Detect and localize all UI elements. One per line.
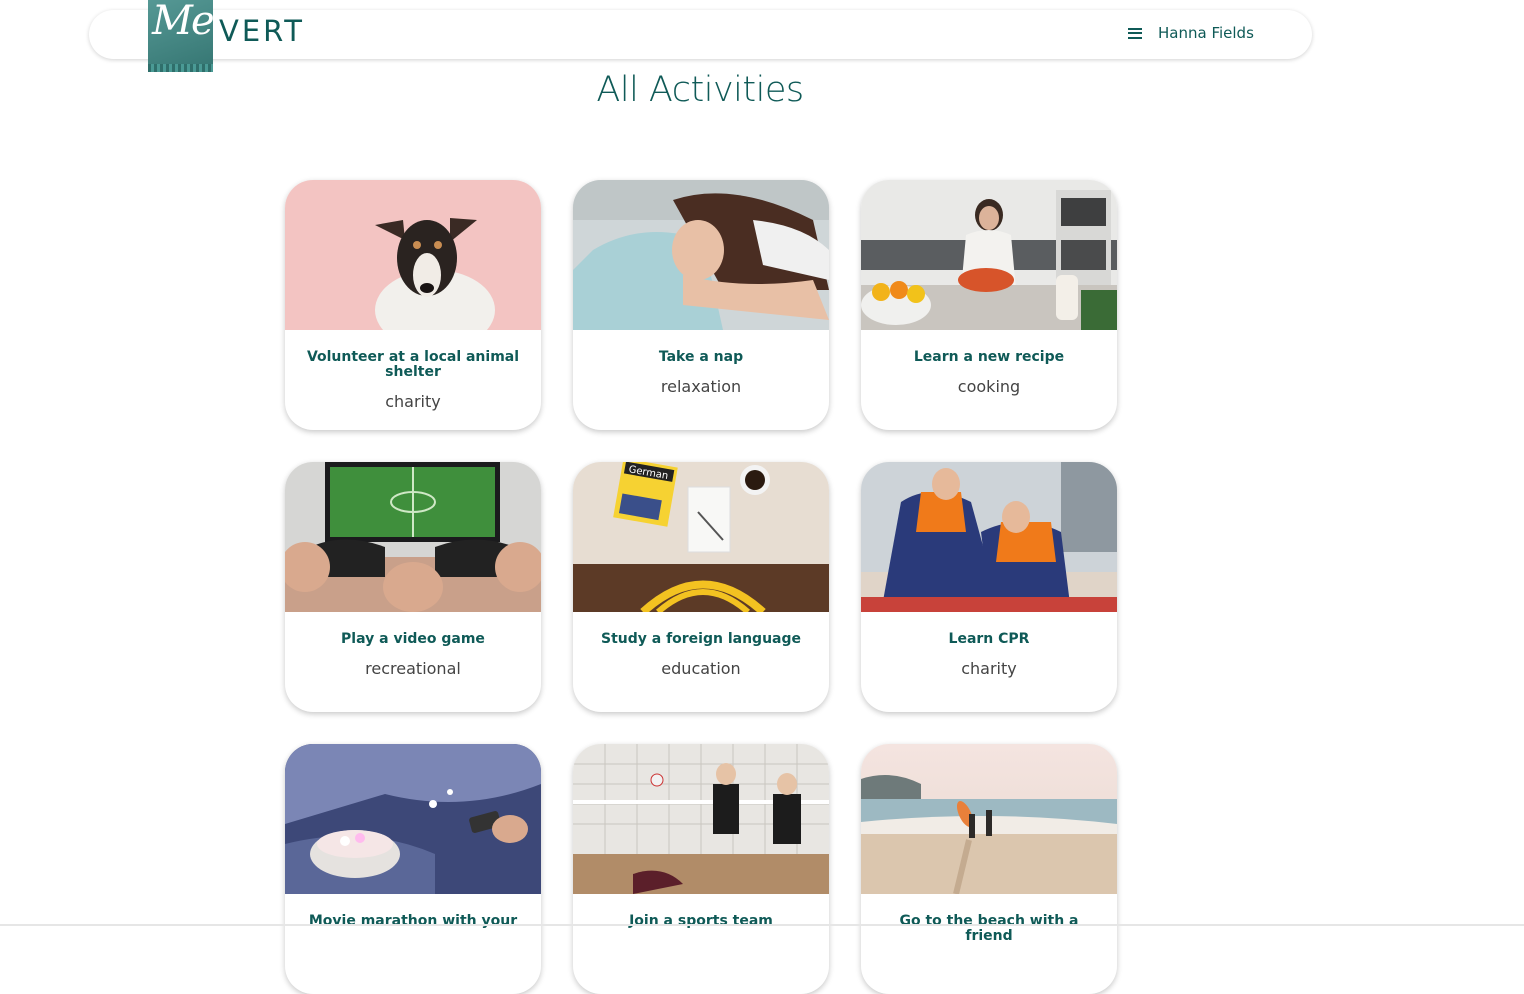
activity-image-movie [285,744,541,894]
activity-image-cooking [861,180,1117,330]
activity-title: Learn a new recipe [913,349,1065,365]
activity-card[interactable]: German Study a foreign language educatio… [573,462,829,712]
activity-card[interactable]: Learn CPR charity [861,462,1117,712]
activity-image-dog [285,180,541,330]
activity-image-study: German [573,462,829,612]
activity-image-cpr [861,462,1117,612]
activity-category: relaxation [660,377,742,396]
activity-category: charity [385,392,441,411]
activity-title: Take a nap [658,349,744,365]
user-name: Hanna Fields [1158,24,1254,42]
activity-title: Learn CPR [948,631,1030,647]
brand-logo[interactable]: Me [148,0,213,72]
activity-category: cooking [957,377,1021,396]
activity-title: Study a foreign language [600,631,802,647]
page-title: All Activities [596,70,804,110]
user-menu-button[interactable]: Hanna Fields [1128,20,1254,46]
activity-image-beach [861,744,1117,894]
activity-image-nap [573,180,829,330]
activity-card[interactable]: Go to the beach with a friend [861,744,1117,994]
activity-title: Go to the beach with a friend [899,913,1079,944]
activity-category: charity [961,659,1017,678]
activity-category: education [661,659,741,678]
activity-image-sports [573,744,829,894]
hamburger-menu-icon [1128,27,1142,39]
activity-card[interactable]: Volunteer at a local animal shelter char… [285,180,541,430]
activity-category: recreational [365,659,461,678]
activity-image-video-game [285,462,541,612]
activity-title: Movie marathon with your [308,913,518,929]
activity-card[interactable]: Learn a new recipe cooking [861,180,1117,430]
activity-title: Play a video game [341,631,485,647]
activity-title: Join a sports team [629,913,773,929]
logo-script: Me [152,0,213,44]
activity-title: Volunteer at a local animal shelter [306,349,520,380]
activity-card[interactable]: Take a nap relaxation [573,180,829,430]
activity-card[interactable]: Join a sports team [573,744,829,994]
activity-card[interactable]: Movie marathon with your [285,744,541,994]
brand-name[interactable]: VERT [219,13,305,49]
activity-card[interactable]: Play a video game recreational [285,462,541,712]
